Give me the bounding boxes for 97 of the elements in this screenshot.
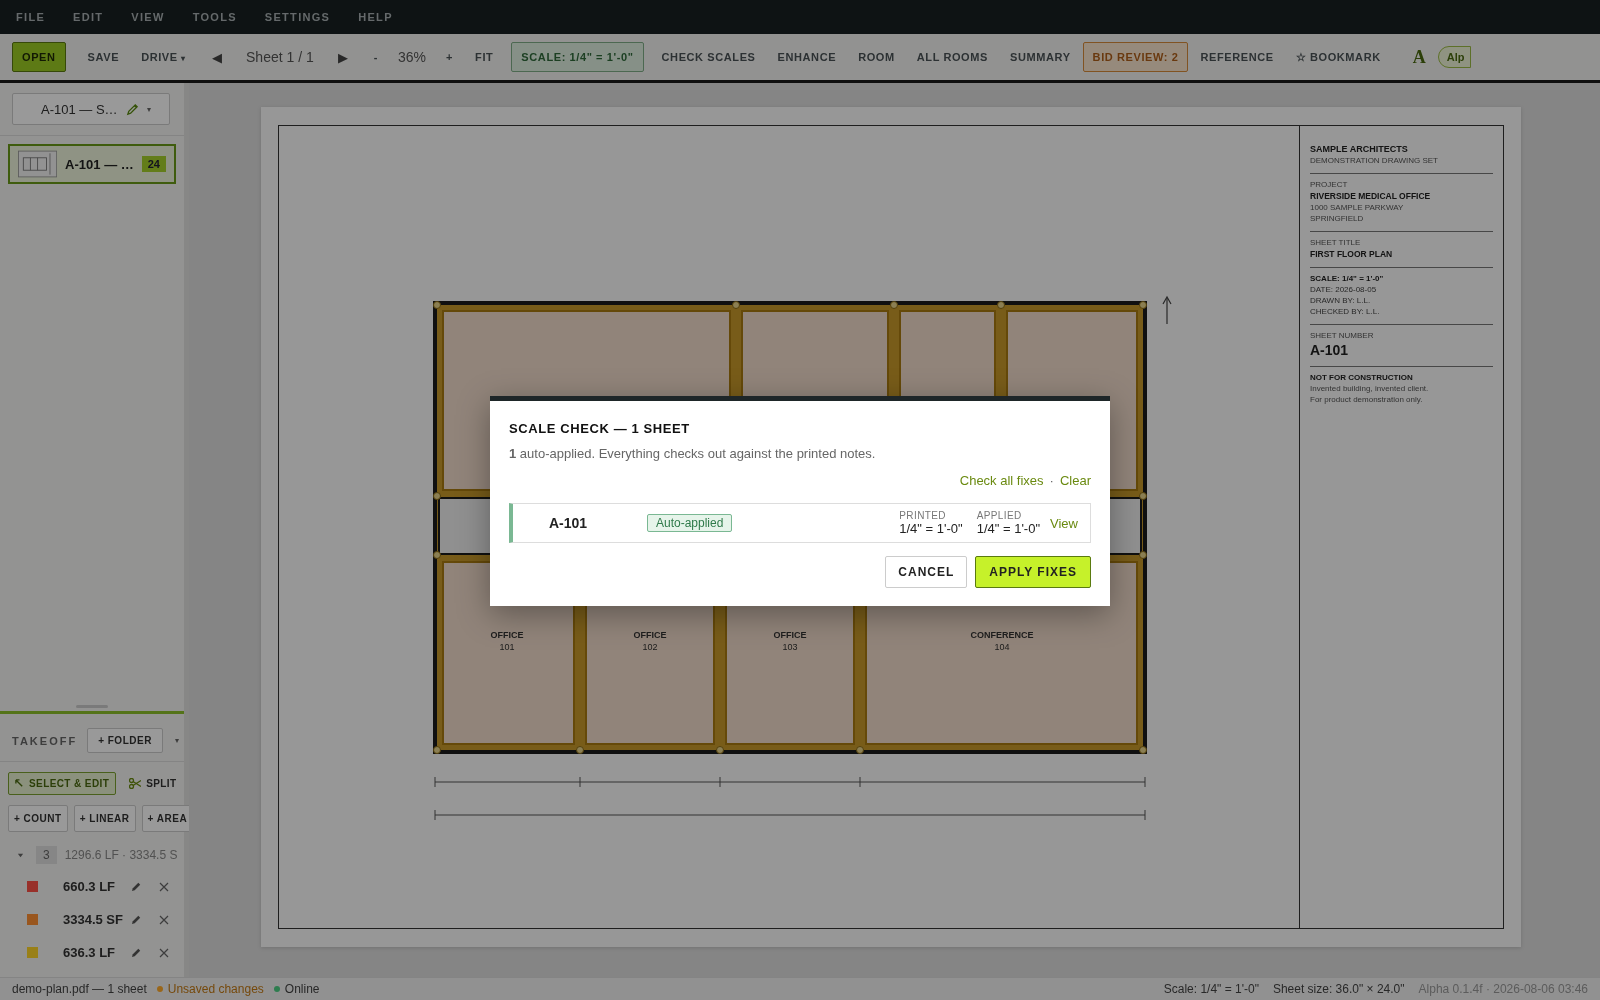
scale-value: 1/4" = 1'-0" [899, 521, 963, 536]
toolbar-button[interactable]: ENHANCE [767, 42, 847, 72]
menu-item[interactable]: HELP [358, 11, 393, 23]
menu-item[interactable]: FILE [16, 11, 46, 23]
add-folder-button[interactable]: + FOLDER [87, 728, 163, 753]
toolbar-button[interactable]: REFERENCE [1190, 42, 1284, 72]
toolbar-text: Sheet 1 / 1 [245, 48, 315, 67]
room-number: 103 [782, 642, 798, 652]
select-tool[interactable]: SELECT & EDIT [8, 772, 117, 795]
status-text: Sheet size: 36.0" × 24.0" [1272, 982, 1405, 996]
measure-value: 636.3 LF [63, 945, 117, 960]
split-tool[interactable]: SPLIT [122, 772, 184, 795]
takeoff-count: 24 [141, 156, 166, 172]
menu-item[interactable]: VIEW [131, 11, 165, 23]
status-text: Scale: 1/4" = 1'-0" [1163, 982, 1259, 996]
sheet-item[interactable]: A-101 — … 24 [8, 144, 176, 184]
panel-title: TAKEOFF [12, 734, 78, 747]
room-label: CONFERENCE [970, 630, 1034, 640]
address-line: SPRINGFIELD [1310, 214, 1365, 223]
cancel-button[interactable]: CANCEL [885, 556, 968, 588]
link[interactable]: Clear [1059, 473, 1091, 488]
toolbar-button[interactable]: + [436, 42, 464, 72]
toolbar-button[interactable]: CHECK SCALES [651, 42, 766, 72]
room-number: 101 [499, 642, 515, 652]
measure-value: 3334.5 SF [63, 912, 124, 927]
add-measure-button[interactable]: + COUNT [8, 805, 68, 832]
dialog-title: SCALE CHECK — 1 SHEET [509, 421, 691, 436]
field-label: SHEET TITLE [1310, 238, 1362, 247]
link[interactable]: Check all fixes [959, 473, 1044, 488]
sheet-name: A-101 — … [65, 156, 134, 172]
toolbar-button[interactable]: - [363, 42, 388, 72]
pencil-icon[interactable] [131, 914, 142, 925]
column-label: APPLIED [976, 510, 1023, 521]
toolbar-button[interactable]: SAVE [77, 42, 130, 72]
menu-item[interactable]: SETTINGS [264, 11, 331, 23]
notice-title: NOT FOR CONSTRUCTION [1310, 373, 1414, 382]
scale-note: SCALE: 1/4" = 1'-0" [1310, 274, 1385, 283]
sheet-id: A-101 [549, 515, 589, 531]
close-icon[interactable] [159, 914, 169, 925]
room-label: OFFICE [490, 630, 524, 640]
group-count: 3 [36, 846, 57, 864]
status-tag: Auto-applied [647, 514, 733, 532]
detail-line: DRAWN BY: L.L. [1310, 296, 1372, 305]
menu-item[interactable]: TOOLS [192, 11, 237, 23]
dialog-message: 1 auto-applied. Everything checks out against the printed notes. [509, 446, 877, 461]
toolbar-button[interactable]: ALL ROOMS [906, 42, 998, 72]
cursor-icon [15, 779, 24, 788]
notice-line: Invented building, invented client. [1310, 384, 1430, 393]
sheet-title: FIRST FLOOR PLAN [1310, 249, 1394, 259]
status-text: Unsaved changes [167, 982, 264, 996]
status-text: Online [284, 982, 320, 996]
firm-note: DEMONSTRATION DRAWING SET [1310, 156, 1439, 165]
toolbar-text: 36% [397, 48, 428, 67]
project-name: RIVERSIDE MEDICAL OFFICE [1310, 191, 1432, 201]
detail-line: DATE: 2026-08-05 [1310, 285, 1378, 294]
close-icon[interactable] [159, 947, 169, 958]
view-link[interactable]: View [1050, 515, 1078, 531]
detail-line: CHECKED BY: L.L. [1310, 307, 1381, 316]
scale-button[interactable]: SCALE: 1/4" = 1'-0" [511, 42, 644, 72]
open-button[interactable]: OPEN [12, 42, 66, 72]
sheet-select[interactable]: A-101 — S… ▾ [12, 93, 170, 125]
address-line: 1000 SAMPLE PARKWAY [1310, 203, 1405, 212]
warning-button[interactable]: BID REVIEW: 2 [1082, 42, 1189, 72]
apply-button[interactable]: APPLY FIXES [975, 556, 1091, 588]
scissors-icon [129, 778, 142, 789]
field-label: PROJECT [1310, 180, 1349, 189]
room-label: OFFICE [773, 630, 807, 640]
add-measure-button[interactable]: + LINEAR [73, 805, 136, 832]
user-pill[interactable]: Alp [1437, 46, 1472, 68]
separator-dot: · [1049, 473, 1054, 488]
logo-mark: A [1411, 46, 1427, 68]
close-icon[interactable] [159, 881, 169, 892]
measure-value: 660.3 LF [63, 879, 117, 894]
room-number: 104 [994, 642, 1010, 652]
pencil-icon[interactable] [131, 881, 142, 892]
room-label: OFFICE [633, 630, 667, 640]
notice-line: For product demonstration only. [1310, 395, 1424, 404]
caret-icon[interactable] [17, 851, 24, 859]
column-label: PRINTED [899, 510, 947, 521]
sheet-thumbnail-icon [18, 149, 58, 179]
room-number: 102 [642, 642, 658, 652]
toolbar-button[interactable]: ROOM [848, 42, 905, 72]
sheet-number: A-101 [1310, 342, 1350, 358]
pencil-icon [125, 102, 139, 116]
toolbar-button[interactable]: FIT [465, 42, 504, 72]
firm-name: SAMPLE ARCHITECTS [1310, 144, 1409, 154]
north-arrow-icon [1162, 295, 1172, 325]
field-label: SHEET NUMBER [1310, 331, 1375, 340]
file-info: demo-plan.pdf — 1 sheet [12, 982, 147, 996]
menu-item[interactable]: EDIT [73, 11, 104, 23]
menu-caret[interactable]: ▾ [174, 736, 179, 745]
dropdown-button[interactable]: DRIVE ▾ [131, 42, 196, 72]
scale-value: 1/4" = 1'-0" [976, 521, 1041, 536]
pencil-icon[interactable] [131, 947, 142, 958]
toolbar-button[interactable]: ☆ BOOKMARK [1285, 41, 1391, 73]
group-summary: 1296.6 LF · 3334.5 S [64, 848, 178, 862]
toolbar-button[interactable]: SUMMARY [999, 42, 1081, 72]
